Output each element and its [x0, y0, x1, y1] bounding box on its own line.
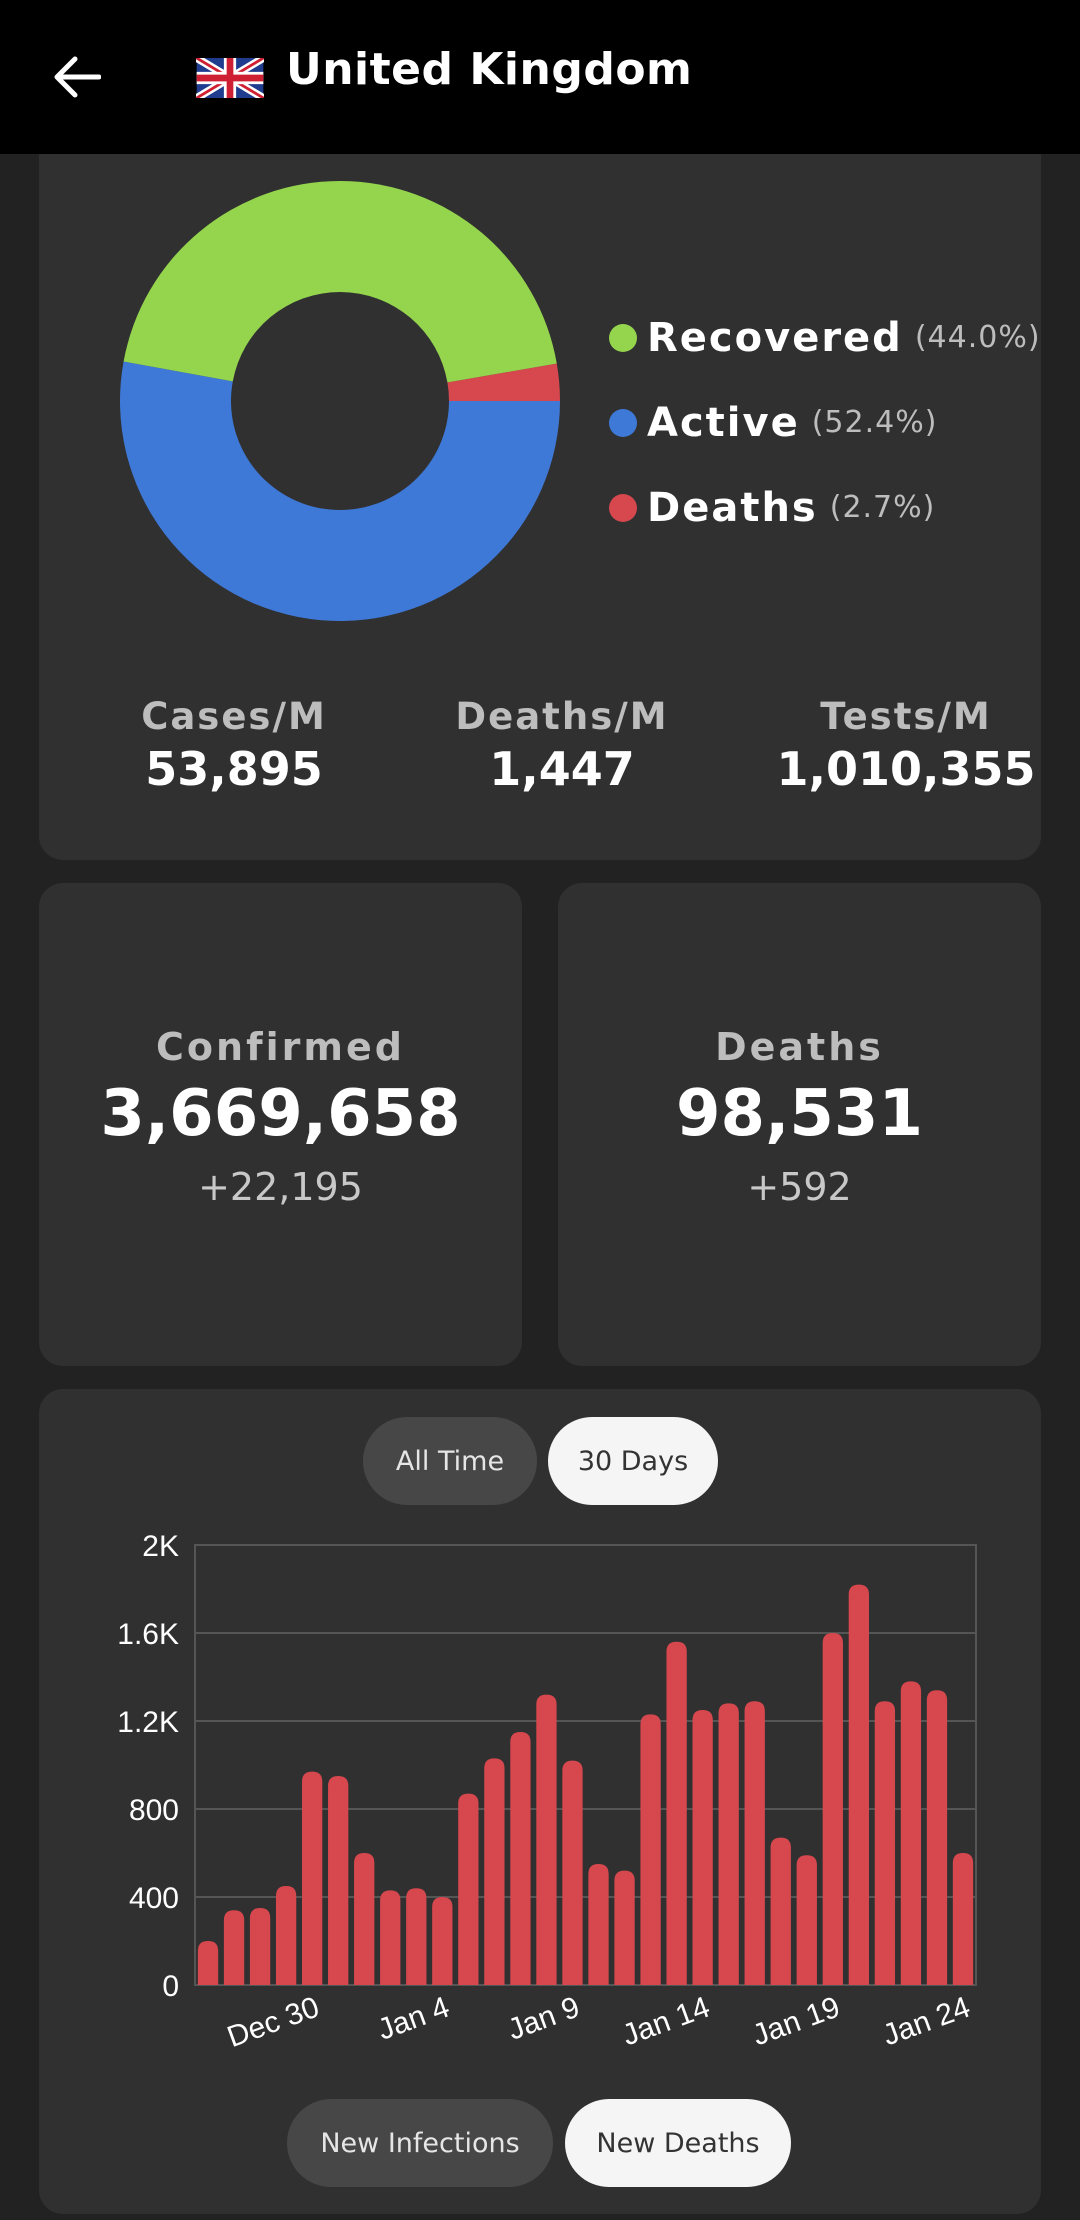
bar[interactable] [249, 1908, 271, 1985]
confirmed-label: Confirmed [156, 1025, 405, 1069]
bar[interactable] [380, 1890, 401, 1985]
x-tick-label: Jan 9 [504, 1991, 584, 2047]
summary-card: Recovered (44.0%) Active (52.4%) Deaths … [39, 120, 1041, 860]
bar[interactable] [406, 1888, 427, 1985]
bar[interactable] [197, 1941, 219, 1985]
x-tick-label: Jan 24 [878, 1991, 974, 2053]
bar[interactable] [536, 1694, 557, 1985]
bar[interactable] [744, 1701, 765, 1985]
bar[interactable] [354, 1853, 375, 1985]
deaths-delta: +592 [747, 1165, 852, 1209]
status-donut-chart [119, 181, 560, 621]
legend-percent: (52.4%) [811, 405, 938, 440]
daily-deaths-bar-chart: 0 400 800 1.2K 1.6K 2K Dec 30 Jan 4 Jan 9 Jan 14 J… [117, 1530, 977, 2055]
back-button[interactable] [40, 40, 114, 114]
deaths-dot-icon [609, 493, 637, 522]
app-bar: United Kingdom [0, 0, 1080, 154]
deaths-label: Deaths [715, 1025, 884, 1069]
bar[interactable] [796, 1855, 817, 1985]
bar[interactable] [770, 1837, 791, 1985]
confirmed-value: 3,669,658 [100, 1077, 461, 1151]
legend-percent: (2.7%) [829, 490, 936, 525]
bar[interactable] [432, 1897, 453, 1985]
history-chart-card: All Time 30 Days 0 400 800 1.2K 1.6K 2K Dec 30… [39, 1389, 1041, 2214]
stat-value: 1,447 [489, 742, 635, 796]
uk-flag-icon [196, 58, 264, 98]
bar[interactable] [952, 1853, 974, 1985]
legend-label: Deaths [647, 484, 818, 531]
bar[interactable] [692, 1710, 713, 1985]
bar[interactable] [666, 1641, 687, 1985]
legend-item-recovered: Recovered (44.0%) [609, 295, 1041, 380]
bar[interactable] [614, 1870, 635, 1985]
bar[interactable] [900, 1681, 922, 1985]
stat-label: Deaths/M [455, 695, 669, 738]
recovered-dot-icon [609, 323, 637, 352]
legend-item-active: Active (52.4%) [609, 380, 1041, 465]
cases-per-million: Cases/M 53,895 [74, 695, 394, 796]
y-tick-label: 400 [129, 1882, 179, 1915]
donut-slice-recovered [123, 181, 557, 383]
arrow-left-icon [54, 56, 101, 98]
bar[interactable] [874, 1701, 896, 1985]
bar[interactable] [848, 1584, 870, 1985]
y-tick-label: 1.6K [117, 1618, 179, 1651]
y-tick-label: 800 [129, 1794, 179, 1827]
y-tick-label: 2K [142, 1530, 179, 1563]
donut-legend: Recovered (44.0%) Active (52.4%) Deaths … [609, 295, 1041, 550]
y-tick-label: 0 [162, 1970, 179, 2003]
stat-label: Cases/M [141, 695, 327, 738]
legend-percent: (44.0%) [914, 320, 1041, 355]
tests-per-million: Tests/M 1,010,355 [746, 695, 1066, 796]
bar[interactable] [926, 1690, 948, 1985]
bar[interactable] [588, 1864, 609, 1985]
active-dot-icon [609, 408, 637, 437]
deaths-per-million: Deaths/M 1,447 [402, 695, 722, 796]
confirmed-card: Confirmed 3,669,658 +22,195 [39, 883, 522, 1366]
bar[interactable] [275, 1886, 297, 1985]
bar[interactable] [484, 1758, 505, 1985]
stat-value: 1,010,355 [776, 742, 1036, 796]
new-deaths-toggle[interactable]: New Deaths [565, 2099, 791, 2187]
legend-item-deaths: Deaths (2.7%) [609, 465, 1041, 550]
legend-label: Recovered [647, 314, 903, 361]
bar[interactable] [640, 1714, 661, 1985]
deaths-card: Deaths 98,531 +592 [558, 883, 1041, 1366]
bar[interactable] [562, 1760, 583, 1985]
bar[interactable] [822, 1633, 843, 1985]
page-title: United Kingdom [286, 44, 693, 95]
x-tick-label: Dec 30 [223, 1991, 324, 2055]
confirmed-delta: +22,195 [198, 1165, 363, 1209]
bar[interactable] [328, 1776, 349, 1985]
x-tick-label: Jan 14 [618, 1991, 714, 2053]
legend-label: Active [647, 399, 800, 446]
bar[interactable] [223, 1910, 245, 1985]
stat-label: Tests/M [820, 695, 992, 738]
bar[interactable] [301, 1771, 323, 1985]
bar[interactable] [718, 1703, 739, 1985]
x-tick-label: Jan 4 [373, 1991, 453, 2047]
bar[interactable] [510, 1732, 531, 1985]
deaths-value: 98,531 [676, 1077, 923, 1151]
bar[interactable] [458, 1793, 479, 1985]
x-tick-label: Jan 19 [748, 1991, 844, 2053]
stat-value: 53,895 [145, 742, 323, 796]
y-tick-label: 1.2K [117, 1706, 179, 1739]
new-infections-toggle[interactable]: New Infections [287, 2099, 553, 2187]
